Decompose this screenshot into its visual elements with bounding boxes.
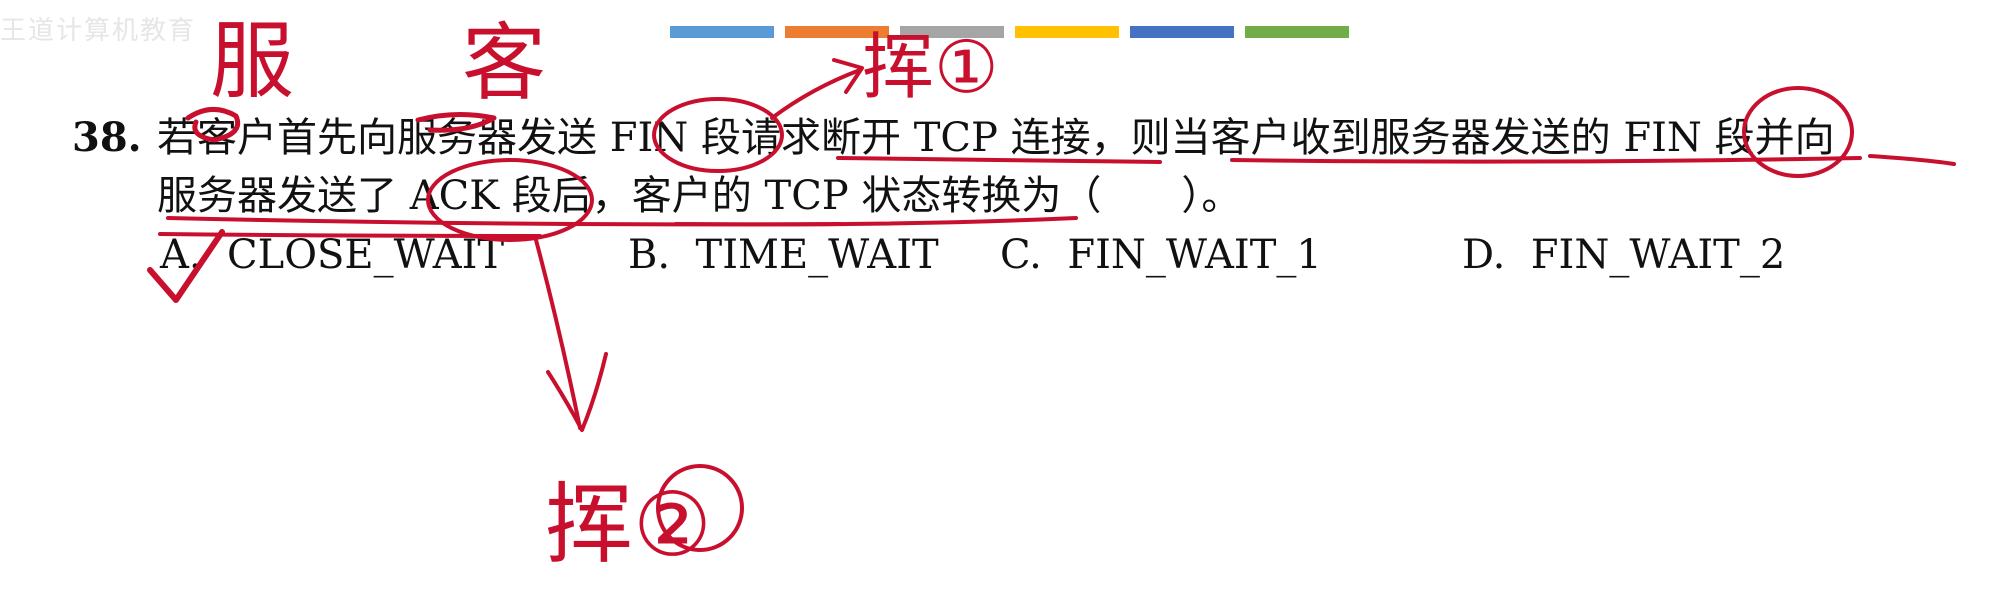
arrow-mark xyxy=(546,352,608,432)
handwritten-annotations: 服 客 挥① 挥② xyxy=(147,12,1956,576)
circle-mark xyxy=(652,97,784,173)
scribble-mark xyxy=(415,111,497,133)
checkmark-icon xyxy=(147,229,225,303)
arrow-mark xyxy=(770,68,862,120)
underline-mark xyxy=(1868,154,1956,166)
underline-mark xyxy=(1230,156,1862,164)
scribble-mark xyxy=(185,107,241,143)
arrow-mark xyxy=(534,238,582,430)
annotation-wave-2: 挥② xyxy=(545,473,712,576)
underline-mark xyxy=(674,216,1078,227)
annotation-server: 服 xyxy=(210,12,294,110)
circle-mark xyxy=(426,158,594,242)
underline-mark xyxy=(836,156,1162,164)
annotation-client: 客 xyxy=(462,14,546,112)
annotation-wave-1: 挥① xyxy=(862,25,999,109)
circle-mark xyxy=(1742,86,1854,178)
